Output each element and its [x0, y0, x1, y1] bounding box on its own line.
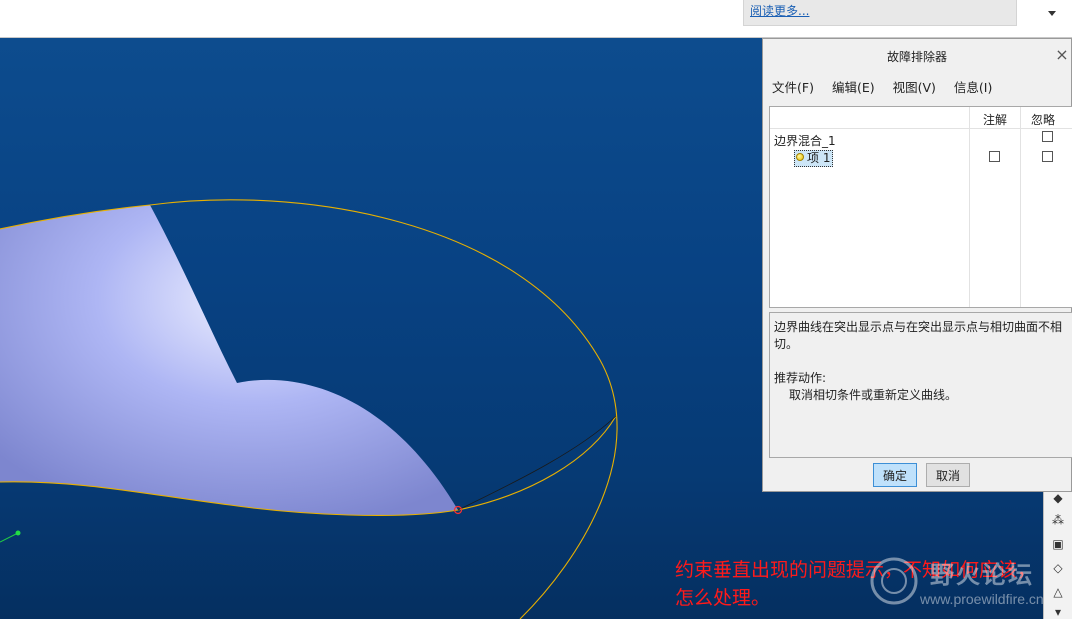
- recommended-heading: 推荐动作:: [774, 371, 827, 385]
- boundary-blend-surface[interactable]: [0, 205, 458, 516]
- tree-child-item[interactable]: 项 1: [794, 150, 834, 167]
- scatter-icon[interactable]: ⁂: [1047, 510, 1069, 530]
- csys-origin: [15, 530, 21, 536]
- help-tip-box: 阅读更多...: [743, 0, 1017, 26]
- menu-view[interactable]: 视图(V): [884, 77, 945, 99]
- column-header-ignore[interactable]: 忽略: [1031, 111, 1055, 128]
- tree-header: 注解 忽略: [770, 107, 1072, 307]
- menu-info[interactable]: 信息(I): [945, 77, 1001, 99]
- tree-row-child[interactable]: 项 1: [770, 150, 1072, 170]
- dialog-title-bar[interactable]: 故障排除器: [763, 39, 1071, 73]
- cross-curve[interactable]: [457, 415, 617, 511]
- ok-button[interactable]: 确定: [873, 463, 917, 487]
- dialog-title: 故障排除器: [886, 49, 947, 64]
- caption-line-1: 约束垂直出现的问题提示，不知如何应该，: [675, 559, 1037, 581]
- menu-file[interactable]: 文件(F): [763, 77, 823, 99]
- ignore-checkbox[interactable]: [1042, 131, 1053, 142]
- menu-edit[interactable]: 编辑(E): [823, 77, 884, 99]
- csys-axis: [0, 532, 19, 543]
- dialog-menubar: 文件(F) 编辑(E) 视图(V) 信息(I): [763, 77, 1071, 99]
- close-icon[interactable]: ×: [1055, 47, 1069, 63]
- saved-views-icon[interactable]: ▣: [1047, 534, 1069, 554]
- chevron-down-icon[interactable]: [1040, 4, 1064, 22]
- annotation-caption: 约束垂直出现的问题提示，不知如何应该， 怎么处理。: [675, 556, 1065, 612]
- tree-parent-label: 边界混合_1: [774, 134, 836, 148]
- read-more-link[interactable]: 阅读更多...: [750, 2, 809, 19]
- annotate-checkbox[interactable]: [989, 151, 1000, 162]
- tree-row-parent[interactable]: 边界混合_1: [770, 130, 1072, 150]
- tree-child-label: 项 1: [807, 151, 831, 165]
- issue-tree: 注解 忽略 边界混合_1 项 1: [769, 106, 1072, 308]
- troubleshooter-dialog: 故障排除器 × 文件(F) 编辑(E) 视图(V) 信息(I) 注解 忽略 边界…: [762, 38, 1072, 492]
- column-header-annotate[interactable]: 注解: [983, 111, 1007, 128]
- warning-dot-icon: [796, 153, 804, 161]
- issue-message: 边界曲线在突出显示点与在突出显示点与相切曲面不相切。: [774, 320, 1063, 351]
- recommended-action: 取消相切条件或重新定义曲线。: [789, 388, 958, 402]
- ignore-checkbox[interactable]: [1042, 151, 1053, 162]
- caption-line-2: 怎么处理。: [675, 587, 771, 609]
- description-panel: 边界曲线在突出显示点与在突出显示点与相切曲面不相切。 推荐动作: 取消相切条件或…: [769, 312, 1072, 458]
- cancel-button[interactable]: 取消: [926, 463, 970, 487]
- top-toolbar: 阅读更多...: [0, 0, 1072, 38]
